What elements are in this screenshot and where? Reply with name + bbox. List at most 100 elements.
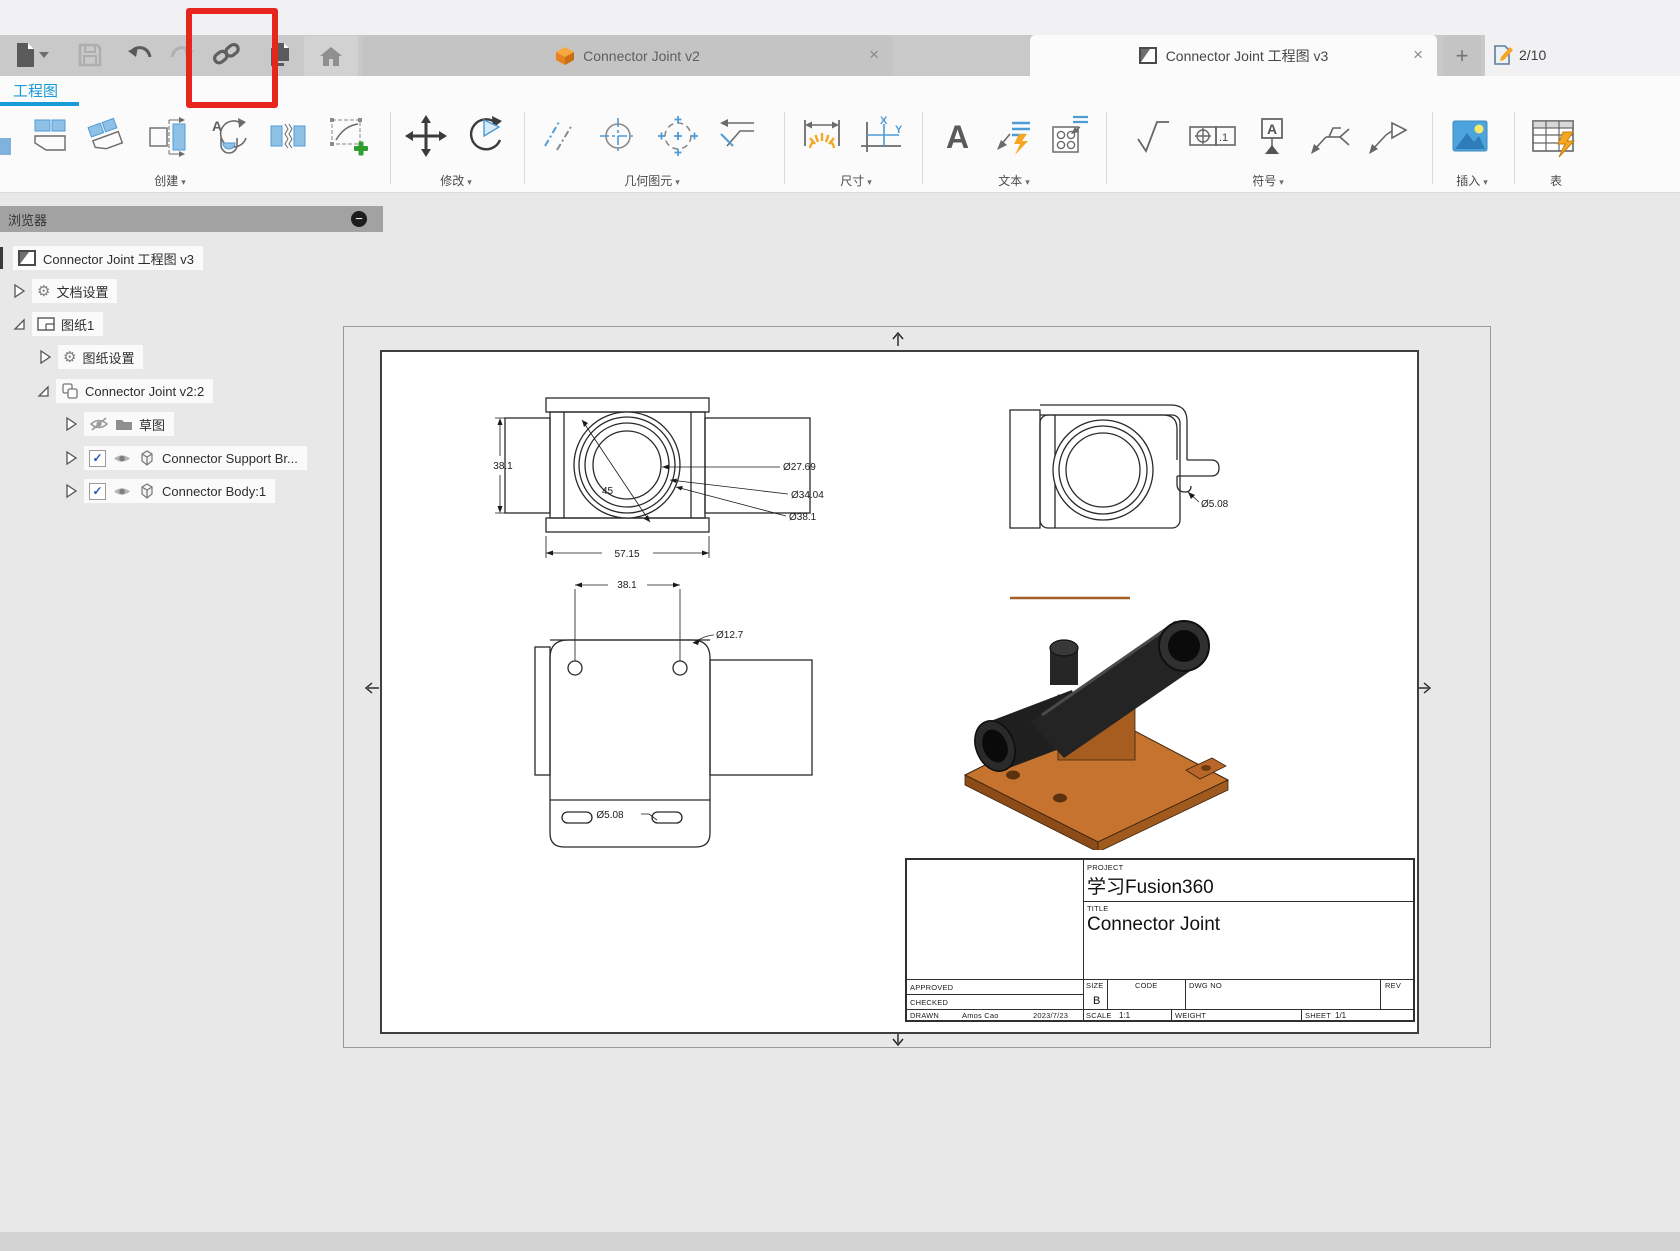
detail-view-tool[interactable]: A bbox=[204, 112, 252, 160]
base-view-tool[interactable] bbox=[26, 112, 74, 160]
tab-label: Connector Joint v2 bbox=[583, 48, 700, 64]
break-view-tool[interactable] bbox=[264, 112, 312, 160]
size-value: B bbox=[1093, 995, 1100, 1007]
code-label: CODE bbox=[1135, 981, 1157, 990]
group-label-symbols[interactable]: 符号▾ bbox=[1252, 172, 1284, 189]
arrow-symbol-tool[interactable] bbox=[1362, 112, 1410, 160]
browser-edge-mark bbox=[0, 247, 3, 269]
undo-button[interactable] bbox=[126, 41, 154, 69]
browser-item-sheet1[interactable]: 图纸1 bbox=[12, 312, 103, 336]
gear-icon: ⚙ bbox=[63, 348, 76, 366]
partial-tool-icon[interactable] bbox=[0, 138, 11, 155]
edge-extension-tool[interactable] bbox=[712, 112, 760, 160]
sheet-handle-left[interactable] bbox=[363, 679, 381, 697]
feature-control-frame-icon: .1 bbox=[1187, 114, 1239, 158]
workspace-tab-drawing[interactable]: 工程图 bbox=[13, 80, 58, 101]
browser-item-sketches[interactable]: 草图 bbox=[64, 412, 174, 436]
new-sketch-tool[interactable] bbox=[324, 112, 372, 160]
visibility-checkbox[interactable]: ✓ bbox=[89, 450, 106, 467]
plus-icon: + bbox=[1456, 43, 1469, 69]
browser-item-sheet-settings[interactable]: ⚙ 图纸设置 bbox=[38, 345, 143, 369]
group-label-insert[interactable]: 插入▾ bbox=[1456, 172, 1488, 189]
datum-icon: A bbox=[1250, 114, 1294, 158]
hole-note-tool[interactable] bbox=[1044, 112, 1092, 160]
browser-item-connector-body[interactable]: ✓ Connector Body:1 bbox=[64, 479, 275, 503]
projected-view-tool[interactable] bbox=[82, 112, 130, 160]
browser-root-item[interactable]: Connector Joint 工程图 v3 bbox=[13, 246, 203, 270]
surface-finish-tool[interactable] bbox=[1128, 112, 1176, 160]
expand-arrow-icon[interactable] bbox=[12, 283, 26, 299]
insert-image-tool[interactable] bbox=[1446, 112, 1494, 160]
drawing-view-top[interactable]: 38.1 45 Ø27.69 Ø34.04 Ø38.1 57.15 bbox=[490, 390, 870, 570]
save-icon bbox=[78, 43, 102, 67]
rev-label: REV bbox=[1385, 981, 1401, 990]
tab-connector-joint-v2[interactable]: Connector Joint v2 × bbox=[362, 35, 893, 76]
group-label-table[interactable]: 表 bbox=[1550, 172, 1562, 189]
ordinate-dimension-tool[interactable]: X Y bbox=[856, 112, 908, 160]
caret-down-icon: ▾ bbox=[867, 177, 872, 187]
home-button[interactable] bbox=[304, 36, 358, 76]
hole-table-icon bbox=[1046, 114, 1090, 158]
visibility-checkbox[interactable]: ✓ bbox=[89, 483, 106, 500]
table-tool[interactable] bbox=[1528, 112, 1584, 160]
expand-arrow-icon[interactable] bbox=[64, 450, 78, 466]
expand-arrow-icon[interactable] bbox=[64, 416, 78, 432]
expand-arrow-icon[interactable] bbox=[64, 483, 78, 499]
title-block: PROJECT 学习Fusion360 TITLE Connector Join… bbox=[905, 858, 1415, 1022]
gear-icon: ⚙ bbox=[37, 282, 50, 300]
browser-item-document-settings[interactable]: ⚙ 文档设置 bbox=[12, 279, 117, 303]
weld-symbol-tool[interactable] bbox=[1304, 112, 1352, 160]
dim-front-width: 38.1 bbox=[617, 580, 637, 591]
browser-collapse-button[interactable]: − bbox=[351, 211, 367, 227]
ribbon-divider bbox=[390, 112, 391, 184]
group-label-text[interactable]: 文本▾ bbox=[998, 172, 1030, 189]
feature-control-frame-tool[interactable]: .1 bbox=[1186, 112, 1240, 160]
sheet-icon bbox=[37, 317, 55, 331]
new-tab-button[interactable]: + bbox=[1443, 35, 1481, 76]
dimension-tool[interactable] bbox=[796, 112, 848, 160]
browser-item-support-bracket[interactable]: ✓ Connector Support Br... bbox=[64, 446, 307, 470]
drawing-view-front[interactable]: 38.1 Ø12.7 Ø5.08 bbox=[530, 575, 875, 880]
centerline-tool[interactable] bbox=[536, 112, 584, 160]
caret-down-icon: ▾ bbox=[1279, 177, 1284, 187]
tab-close-icon[interactable]: × bbox=[869, 44, 879, 66]
dim-side-hole: Ø5.08 bbox=[1201, 499, 1229, 510]
scale-value: 1:1 bbox=[1119, 1011, 1130, 1020]
center-pattern-tool[interactable] bbox=[654, 112, 702, 160]
group-label-create[interactable]: 创建▾ bbox=[154, 172, 186, 189]
file-menu-caret[interactable] bbox=[38, 41, 50, 69]
sheet-handle-top[interactable] bbox=[889, 330, 907, 348]
caret-down-icon: ▾ bbox=[181, 177, 186, 187]
leader-note-icon bbox=[990, 114, 1034, 158]
collapse-arrow-icon[interactable] bbox=[36, 383, 50, 399]
workspace-tab-underline bbox=[0, 102, 79, 106]
leader-note-tool[interactable] bbox=[988, 112, 1036, 160]
browser-item-component[interactable]: Connector Joint v2:2 bbox=[36, 379, 213, 403]
base-view-icon bbox=[28, 114, 72, 158]
tab-counter-badge[interactable]: 2/10 bbox=[1492, 41, 1546, 69]
group-label-modify[interactable]: 修改▾ bbox=[440, 172, 472, 189]
center-mark-tool[interactable] bbox=[594, 112, 642, 160]
drawing-doc-icon bbox=[18, 249, 37, 267]
tab-close-icon[interactable]: × bbox=[1413, 44, 1423, 66]
section-view-tool[interactable] bbox=[144, 112, 192, 160]
dim-front-slot: Ø5.08 bbox=[596, 810, 624, 821]
expand-arrow-icon[interactable] bbox=[38, 349, 52, 365]
browser-header[interactable]: 浏览器 − bbox=[0, 206, 383, 232]
file-menu-button[interactable] bbox=[12, 41, 40, 69]
eye-icon bbox=[112, 452, 132, 465]
save-button[interactable] bbox=[76, 41, 104, 69]
drawing-view-side[interactable]: Ø5.08 bbox=[985, 390, 1265, 560]
group-label-geometry[interactable]: 几何图元▾ bbox=[624, 172, 680, 189]
collapse-arrow-icon[interactable] bbox=[12, 316, 26, 332]
move-tool[interactable] bbox=[402, 112, 450, 160]
text-tool[interactable]: A bbox=[934, 112, 982, 160]
drawing-view-isometric[interactable] bbox=[950, 590, 1240, 850]
drawn-by: Amos Cao bbox=[962, 1011, 999, 1020]
fusion360-window: Connector Joint v2 × Connector Joint 工程图… bbox=[0, 0, 1680, 1251]
title-value: Connector Joint bbox=[1087, 914, 1220, 936]
tab-connector-joint-drawing-v3[interactable]: Connector Joint 工程图 v3 × bbox=[1030, 35, 1437, 76]
group-label-dimension[interactable]: 尺寸▾ bbox=[840, 172, 872, 189]
datum-identifier-tool[interactable]: A bbox=[1248, 112, 1296, 160]
rotate-tool[interactable] bbox=[460, 112, 508, 160]
